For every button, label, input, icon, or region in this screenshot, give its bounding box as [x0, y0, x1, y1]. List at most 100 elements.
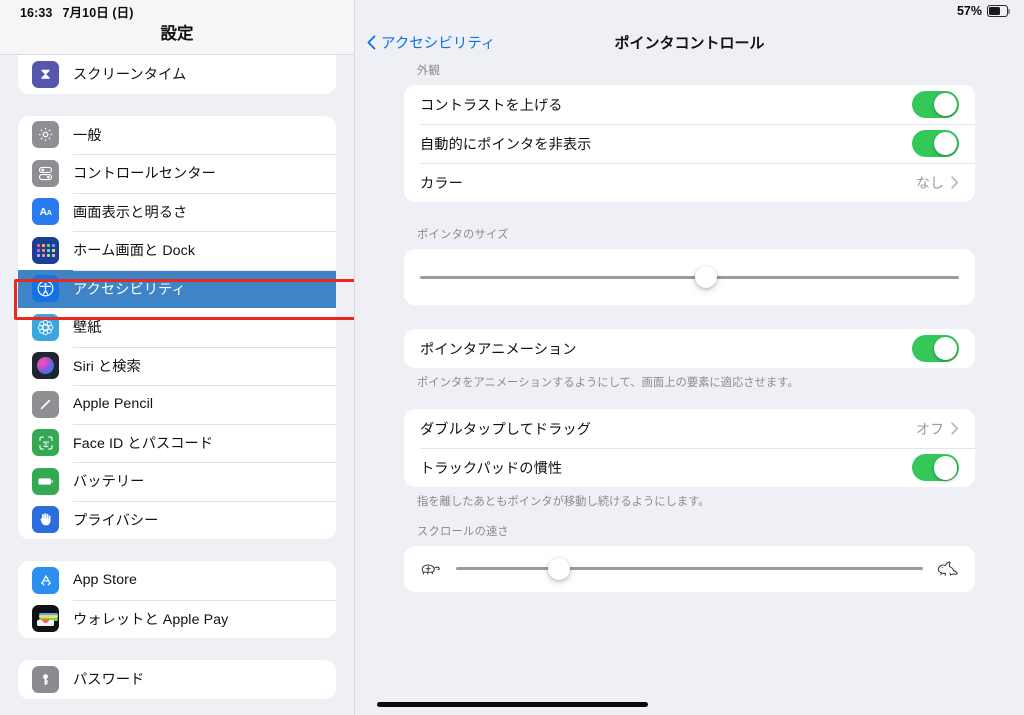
- row-accessory: なし: [916, 173, 959, 193]
- sidebar-item-face-id-passcode[interactable]: Face ID とパスコード: [18, 423, 336, 463]
- chevron-right-icon: [951, 176, 959, 189]
- row-label: ダブルタップしてドラッグ: [420, 421, 592, 438]
- increase-contrast-toggle[interactable]: [912, 91, 959, 118]
- row-label: 自動的にポインタを非表示: [420, 136, 592, 153]
- wallet-icon: [32, 605, 59, 633]
- sidebar-item-label: スクリーンタイム: [73, 67, 187, 84]
- sidebar-title: 設定: [160, 25, 194, 43]
- row-color[interactable]: カラー なし: [404, 163, 975, 202]
- sidebar-group-passwords: パスワード: [18, 660, 336, 699]
- sidebar-group-store: App Store ウォレットと Apple Pay: [18, 561, 336, 638]
- color-value: なし: [916, 174, 944, 191]
- sidebar-item-label: コントロールセンター: [73, 166, 216, 183]
- ipad-settings-screen: 16:33 7月10日 (日) 57% 設定 スクリーンタイム: [0, 0, 1024, 715]
- page-title: ポインタコントロール: [614, 34, 765, 52]
- rabbit-icon: [935, 559, 961, 579]
- sidebar-item-passwords[interactable]: パスワード: [18, 660, 336, 699]
- sidebar-item-screentime[interactable]: スクリーンタイム: [18, 55, 336, 94]
- sidebar-item-label: アクセシビリティ: [73, 281, 186, 298]
- sidebar-item-label: Apple Pencil: [73, 396, 154, 413]
- scroll-speed-slider[interactable]: [456, 557, 923, 580]
- home-screen-icon: [32, 236, 59, 264]
- sidebar-item-privacy[interactable]: プライバシー: [18, 500, 336, 540]
- scroll-speed-card: [404, 545, 975, 592]
- sidebar-item-siri-search[interactable]: Siri と検索: [18, 346, 336, 386]
- sidebar-item-label: パスワード: [73, 672, 145, 689]
- pointer-size-section-header: ポインタのサイズ: [417, 229, 509, 241]
- pointer-animation-footer: ポインタをアニメーションするようにして、画面上の要素に適応させます。: [417, 377, 799, 389]
- pointer-size-card: [404, 249, 975, 305]
- appearance-section-header: 外観: [417, 65, 440, 77]
- sidebar-item-control-center[interactable]: コントロールセンター: [18, 154, 336, 193]
- gear-icon: [32, 121, 59, 149]
- sidebar-item-label: バッテリー: [73, 474, 145, 491]
- trackpad-card: ダブルタップしてドラッグ オフ トラックパッドの慣性: [404, 409, 975, 488]
- chevron-right-icon: [951, 422, 959, 436]
- face-id-icon: [32, 429, 59, 457]
- pointer-size-slider[interactable]: [420, 266, 959, 288]
- pointer-animation-card: ポインタアニメーション: [404, 329, 975, 368]
- sidebar-item-label: Face ID とパスコード: [73, 435, 214, 452]
- row-increase-contrast[interactable]: コントラストを上げる: [404, 85, 975, 124]
- hourglass-icon: [32, 60, 59, 88]
- sidebar-item-label: Siri と検索: [73, 358, 141, 375]
- sidebar-item-display-brightness[interactable]: AA 画面表示と明るさ: [18, 192, 336, 232]
- row-trackpad-inertia[interactable]: トラックパッドの慣性: [404, 448, 975, 487]
- appearance-card: コントラストを上げる 自動的にポインタを非表示 カラー なし: [404, 85, 975, 202]
- pointer-control-detail-pane: アクセシビリティ ポインタコントロール 外観 コントラストを上げる 自動的にポイ…: [355, 0, 1024, 715]
- row-auto-hide-pointer[interactable]: 自動的にポインタを非表示: [404, 124, 975, 163]
- sidebar-item-wallet-apple-pay[interactable]: ウォレットと Apple Pay: [18, 599, 336, 639]
- accessibility-icon: [32, 275, 59, 303]
- row-label: カラー: [420, 175, 463, 192]
- sidebar-item-apple-pencil[interactable]: Apple Pencil: [18, 385, 336, 424]
- turtle-icon: [418, 559, 444, 579]
- pointer-animation-toggle[interactable]: [912, 335, 959, 362]
- scroll-speed-section-header: スクロールの速さ: [417, 525, 509, 538]
- display-brightness-icon: AA: [32, 198, 59, 226]
- wallpaper-icon: [32, 313, 59, 341]
- row-label: コントラストを上げる: [420, 97, 563, 114]
- siri-icon: [32, 352, 59, 380]
- app-store-icon: [32, 566, 59, 594]
- sidebar-item-label: 一般: [73, 127, 102, 144]
- auto-hide-pointer-toggle[interactable]: [912, 130, 959, 157]
- home-indicator: [377, 702, 648, 707]
- sidebar-item-label: App Store: [73, 572, 137, 589]
- sidebar-item-battery[interactable]: バッテリー: [18, 462, 336, 501]
- row-double-tap-to-drag[interactable]: ダブルタップしてドラッグ オフ: [404, 409, 975, 448]
- slider-track: [456, 567, 923, 571]
- sidebar-item-label: ホーム画面と Dock: [73, 243, 196, 260]
- slider-thumb[interactable]: [694, 266, 717, 288]
- sidebar-item-label: ウォレットと Apple Pay: [73, 611, 229, 628]
- row-label: トラックパッドの慣性: [420, 460, 563, 477]
- slider-thumb[interactable]: [547, 557, 570, 580]
- sidebar-item-accessibility[interactable]: アクセシビリティ: [18, 269, 336, 308]
- row-accessory: オフ: [916, 419, 959, 439]
- sidebar-scroll-area[interactable]: スクリーンタイム 一般: [0, 55, 354, 715]
- pencil-icon: [32, 390, 59, 418]
- key-icon: [32, 665, 59, 693]
- sidebar-item-label: 画面表示と明るさ: [73, 204, 188, 221]
- sidebar-item-label: 壁紙: [73, 320, 102, 337]
- settings-sidebar: 設定 スクリーンタイム 一般: [0, 0, 354, 715]
- row-label: ポインタアニメーション: [420, 341, 577, 358]
- trackpad-footer: 指を離したあともポインタが移動し続けるようにします。: [417, 496, 710, 509]
- trackpad-inertia-toggle[interactable]: [912, 454, 959, 482]
- pane-divider: [354, 0, 355, 715]
- control-center-icon: [32, 159, 59, 187]
- sidebar-item-home-screen-dock[interactable]: ホーム画面と Dock: [18, 231, 336, 270]
- battery-icon: [32, 467, 59, 495]
- detail-scroll-area[interactable]: 外観 コントラストを上げる 自動的にポインタを非表示 カラー なし ポインタのサ…: [355, 62, 1024, 715]
- sidebar-group-main: 一般 コントロールセンター AA 画面表示と明るさ ホーム画面と Dock アク…: [18, 115, 336, 540]
- sidebar-header: 設定: [0, 0, 354, 55]
- sidebar-group-screentime: スクリーンタイム: [18, 55, 336, 94]
- row-pointer-animation[interactable]: ポインタアニメーション: [404, 329, 975, 368]
- detail-navigation-bar: アクセシビリティ ポインタコントロール: [355, 22, 1024, 62]
- sidebar-item-general[interactable]: 一般: [18, 116, 336, 155]
- slider-track: [420, 275, 959, 279]
- privacy-hand-icon: [32, 506, 59, 534]
- sidebar-item-app-store[interactable]: App Store: [18, 561, 336, 600]
- sidebar-item-wallpaper[interactable]: 壁紙: [18, 308, 336, 347]
- double-tap-to-drag-value: オフ: [916, 420, 944, 437]
- sidebar-item-label: プライバシー: [73, 512, 159, 529]
